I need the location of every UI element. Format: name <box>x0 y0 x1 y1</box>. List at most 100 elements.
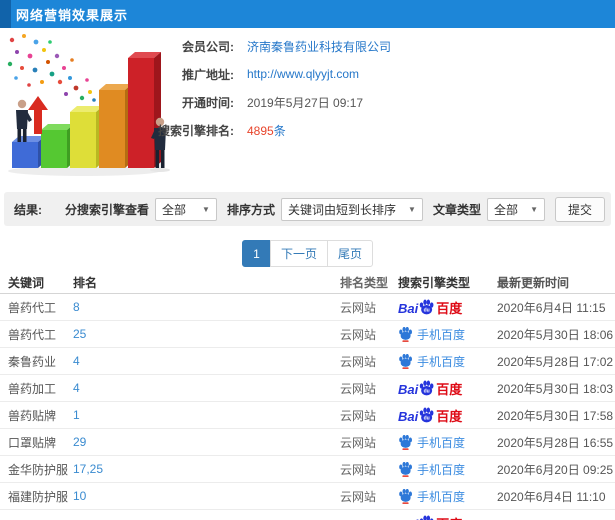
baidu-paw-icon <box>399 353 412 369</box>
rank-count-number: 4895 <box>247 123 274 138</box>
svg-text:du: du <box>424 415 430 421</box>
header-keyword: 关键词 <box>8 276 45 290</box>
rank-type-cell: 云网站 <box>340 408 377 423</box>
baidu-mobile-logo: 手机百度 <box>398 488 465 505</box>
next-page-button[interactable]: 下一页 <box>269 240 328 267</box>
rank-type-cell: 云网站 <box>340 435 377 450</box>
table-row: 兽药代工 25 云网站 手机百度 2020年5月30日 18:06 <box>0 321 615 348</box>
updated-cell: 2020年5月30日 18:03 <box>497 381 614 396</box>
baidu-mobile-logo: 手机百度 <box>398 434 465 451</box>
engine-filter-value: 全部 <box>161 202 186 217</box>
rank-count-value: 4895条 <box>247 122 286 139</box>
header-engine-type: 搜索引擎类型 <box>398 276 471 290</box>
table-row: 秦鲁药业 4 云网站 手机百度 2020年5月28日 17:02 <box>0 348 615 375</box>
chevron-down-icon: ▼ <box>408 204 416 214</box>
rank-type-cell: 云网站 <box>340 300 377 315</box>
updated-cell: 2020年5月28日 17:02 <box>497 354 614 369</box>
open-time-value: 2019年5月27日 09:17 <box>247 95 364 110</box>
table-row: 口罩贴牌 29 云网站 手机百度 2020年5月28日 16:55 <box>0 429 615 456</box>
header-updated: 最新更新时间 <box>497 276 570 290</box>
keyword-cell: 兽药加工 <box>8 381 57 396</box>
submit-button[interactable]: 提交 <box>554 196 605 222</box>
rank-link[interactable]: 4 <box>73 381 80 395</box>
open-time-label: 开通时间: <box>182 95 234 110</box>
rank-type-cell: 云网站 <box>340 489 377 504</box>
sort-filter-select[interactable]: 关键词由短到长排序 ▼ <box>280 197 423 221</box>
chevron-down-icon: ▼ <box>202 204 210 214</box>
baidu-paw-icon <box>399 488 412 504</box>
rank-link[interactable]: 17,25 <box>73 462 103 476</box>
title-bar: 网络营销效果展示 <box>0 0 615 28</box>
result-label: 结果: <box>14 202 42 217</box>
bar-yellow <box>70 106 103 168</box>
table-header-row: 关键词 排名 排名类型 搜索引擎类型 最新更新时间 <box>0 272 615 294</box>
rank-link[interactable]: 25 <box>73 327 86 341</box>
chevron-down-icon: ▼ <box>530 204 538 214</box>
rank-link[interactable]: 8 <box>73 300 80 314</box>
keyword-cell: 金华防护服 <box>8 462 69 477</box>
updated-cell: 2020年6月20日 09:25 <box>497 462 614 477</box>
info-row-rank-count: 搜索引擎排名: 4895条 <box>148 116 615 144</box>
rank-link[interactable]: 1 <box>73 408 80 422</box>
engine-filter-select[interactable]: 全部 ▼ <box>154 197 217 221</box>
page-title: 网络营销效果展示 <box>16 7 129 23</box>
article-type-select[interactable]: 全部 ▼ <box>486 197 545 221</box>
rank-count-suffix: 条 <box>273 123 286 138</box>
promo-url-link[interactable]: http://www.qlyyjt.com <box>247 67 359 81</box>
updated-cell: 2020年5月28日 16:55 <box>497 435 614 450</box>
info-row-open-time: 开通时间: 2019年5月27日 09:17 <box>148 88 615 116</box>
baidu-paw-icon <box>399 434 412 450</box>
bar-blue <box>12 136 45 168</box>
baidu-paw-icon: du <box>420 515 434 520</box>
pagination: 1 下一页 尾页 <box>0 240 615 267</box>
rank-link[interactable]: 29 <box>73 435 86 449</box>
article-type-value: 全部 <box>493 202 518 217</box>
svg-text:du: du <box>424 388 430 394</box>
baidu-paw-icon: du <box>420 380 434 396</box>
svg-text:du: du <box>424 307 430 313</box>
company-link[interactable]: 济南秦鲁药业科技有限公司 <box>247 38 391 55</box>
baidu-mobile-logo: 手机百度 <box>398 326 465 343</box>
baidu-paw-icon <box>399 461 412 477</box>
sort-filter-value: 关键词由短到长排序 <box>287 202 396 217</box>
header-rank: 排名 <box>73 276 98 290</box>
bar-orange <box>99 84 132 168</box>
table-row: 兽药加工 4 云网站 Bai du 百度 2020年5月30日 18:03 <box>0 375 615 402</box>
member-info-panel: 会员公司: 济南秦鲁药业科技有限公司 推广地址: http://www.qlyy… <box>148 32 615 144</box>
updated-cell: 2020年6月4日 11:15 <box>497 300 606 315</box>
promo-url-label: 推广地址: <box>182 67 234 82</box>
marketing-report-page: 网络营销效果展示 会员公司: 济南秦鲁药业科技有限公司 推广地址: http:/… <box>0 0 615 520</box>
rank-link[interactable]: 4 <box>73 354 80 368</box>
rank-type-cell: 云网站 <box>340 381 377 396</box>
info-row-company: 会员公司: 济南秦鲁药业科技有限公司 <box>148 32 615 60</box>
confetti-dots <box>7 34 96 102</box>
baidu-pc-logo: Baidu百度 <box>398 380 463 397</box>
updated-cell: 2020年5月30日 17:58 <box>497 408 614 423</box>
rank-type-cell: 云网站 <box>340 327 377 342</box>
businessman-left <box>16 99 32 142</box>
baidu-paw-icon <box>399 326 412 342</box>
bar-green <box>41 124 74 168</box>
updated-cell: 2020年6月4日 11:10 <box>497 489 606 504</box>
baidu-pc-logo: Baidu百度 <box>398 407 463 424</box>
last-page-button[interactable]: 尾页 <box>327 240 374 267</box>
keyword-cell: 兽药代工 <box>8 300 57 315</box>
keyword-cell: 口罩贴牌 <box>8 435 57 450</box>
filter-controls: 分搜索引擎查看 全部 ▼ 排序方式 关键词由短到长排序 ▼ 文章类型 全部 ▼ … <box>55 196 605 222</box>
rank-count-label: 搜索引擎排名: <box>158 123 234 138</box>
rank-link[interactable]: 10 <box>73 489 86 503</box>
sort-filter-label: 排序方式 <box>226 202 275 217</box>
page-1-button[interactable]: 1 <box>241 240 271 267</box>
rank-type-cell: 云网站 <box>340 354 377 369</box>
keyword-cell: 兽药贴牌 <box>8 408 57 423</box>
table-row: 兽药贴牌 1 云网站 Bai du 百度 2020年5月30日 17:58 <box>0 402 615 429</box>
engine-filter-label: 分搜索引擎查看 <box>64 202 149 217</box>
results-table: 关键词 排名 排名类型 搜索引擎类型 最新更新时间 兽药代工 8 云网站 Bai… <box>0 272 615 520</box>
baidu-paw-icon: du <box>420 407 434 423</box>
header-rank-type: 排名类型 <box>340 276 389 290</box>
baidu-pc-logo: Baidu百度 <box>398 515 462 520</box>
baidu-pc-logo: Baidu百度 <box>398 299 463 316</box>
baidu-mobile-logo: 手机百度 <box>398 461 465 478</box>
table-row: 兽药代工 8 云网站 Bai du 百度 2020年6月4日 11:15 <box>0 294 615 321</box>
info-row-url: 推广地址: http://www.qlyyjt.com <box>148 60 615 88</box>
